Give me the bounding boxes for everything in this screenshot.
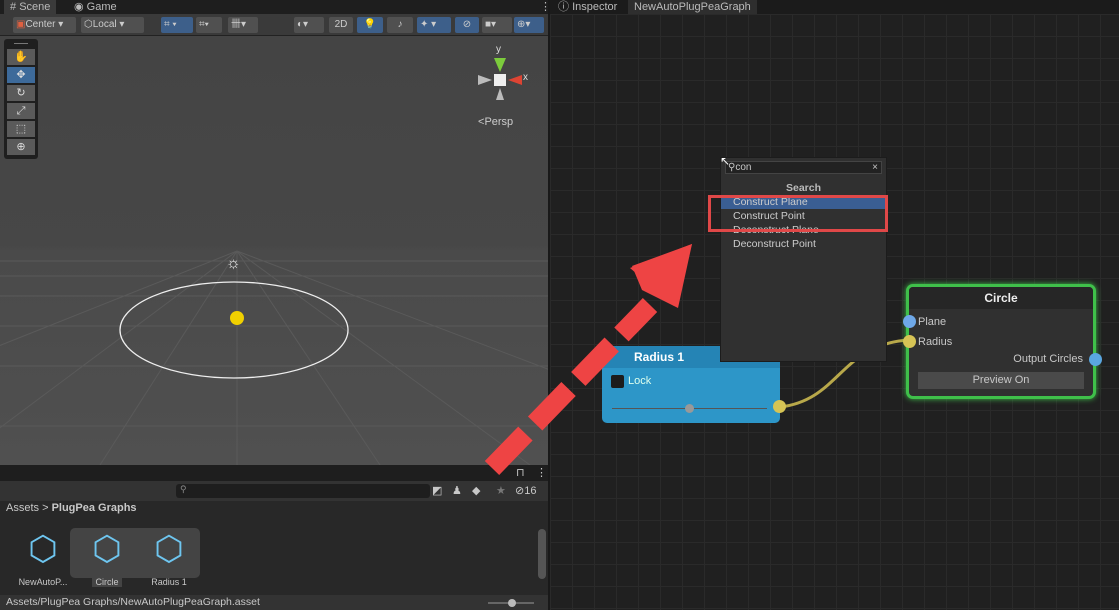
rect-tool-icon[interactable]: ⬚ bbox=[7, 121, 35, 137]
filter-type-icon[interactable]: ♟ bbox=[452, 484, 462, 497]
audio-toggle-icon[interactable]: ♪ bbox=[387, 17, 413, 33]
node-title: Radius 1 bbox=[634, 350, 685, 364]
sun-light-icon: ☼ bbox=[226, 255, 241, 272]
lock-checkbox[interactable] bbox=[611, 375, 624, 388]
clear-icon[interactable]: × bbox=[872, 162, 878, 173]
preview-toggle-button[interactable]: Preview On bbox=[918, 372, 1084, 389]
mouse-cursor-icon: ↖ bbox=[720, 154, 731, 168]
scale-tool-icon[interactable]: ⤢ bbox=[7, 103, 35, 119]
toggle-2d-button[interactable]: 2D bbox=[329, 17, 353, 33]
circle-node[interactable]: Circle Plane Radius Output Circles Previ… bbox=[903, 284, 1102, 399]
move-tool-icon[interactable]: ✥ bbox=[7, 67, 35, 83]
output-circles-port[interactable] bbox=[1089, 353, 1102, 366]
radius-input-port[interactable] bbox=[903, 335, 916, 348]
breadcrumb: Assets > PlugPea Graphs bbox=[6, 502, 137, 514]
grid-snap-button[interactable]: ⌗ ▾ bbox=[161, 17, 193, 33]
asset-item[interactable]: ⬡ NewAutoP... bbox=[14, 529, 72, 587]
effects-dropdown[interactable]: ✦ ▾ bbox=[417, 17, 451, 33]
camera-dropdown[interactable]: ■▾ bbox=[482, 17, 512, 33]
graph-asset-icon: ⬡ bbox=[28, 530, 58, 568]
scene-view[interactable]: ☼ ✋ ✥ ↻ ⤢ ⬚ ⊕ y x <Persp bbox=[0, 36, 548, 465]
search-result-item[interactable]: Construct Plane bbox=[721, 195, 886, 209]
grid-icon: # bbox=[10, 1, 17, 13]
node-search-input[interactable]: ⚲con × bbox=[725, 161, 882, 174]
transform-tool-icon[interactable]: ⊕ bbox=[7, 139, 35, 155]
icon-size-slider[interactable] bbox=[488, 599, 534, 607]
popup-header: Search bbox=[785, 182, 822, 194]
gamepad-icon: ◉ bbox=[74, 1, 84, 13]
plane-input-port[interactable] bbox=[903, 315, 916, 328]
graph-asset-icon: ⬡ bbox=[154, 530, 184, 568]
tab-inspector[interactable]: ⓘ Inspector bbox=[552, 0, 623, 14]
projection-toggle[interactable]: <Persp bbox=[478, 116, 513, 128]
output-port[interactable] bbox=[773, 400, 786, 413]
rotate-tool-icon[interactable]: ↻ bbox=[7, 85, 35, 101]
graph-asset-icon: ⬡ bbox=[92, 530, 122, 568]
pivot-dropdown[interactable]: ▣Center ▾ bbox=[13, 17, 76, 33]
tab-game[interactable]: ◉ Game bbox=[68, 0, 123, 14]
asset-item[interactable]: ⬡ Radius 1 bbox=[140, 529, 198, 587]
label-filter-icon[interactable]: ◆ bbox=[472, 484, 480, 497]
hidden-packages-toggle[interactable]: ⊘16 bbox=[515, 484, 536, 497]
space-dropdown[interactable]: ⬡Local ▾ bbox=[81, 17, 144, 33]
scene-tab-bar: # Scene ◉ Game ⋮ bbox=[0, 0, 551, 14]
tab-scene[interactable]: # Scene bbox=[4, 0, 57, 14]
gizmos-dropdown[interactable]: ⊕▾ bbox=[514, 17, 544, 33]
hidden-objects-icon[interactable]: ⊘ bbox=[455, 17, 479, 33]
object-icon bbox=[230, 311, 244, 325]
asset-item[interactable]: ⬡ Circle bbox=[78, 529, 136, 587]
status-path: Assets/PlugPea Graphs/NewAutoPlugPeaGrap… bbox=[0, 595, 548, 610]
scene-grid: ☼ bbox=[0, 250, 548, 465]
scene-toolbar: ▣Center ▾ ⬡Local ▾ ⌗ ▾ ⌗▾ 卌▾ ◐▾ 2D 💡 ♪ ✦… bbox=[0, 14, 548, 36]
node-title: Circle bbox=[909, 287, 1093, 309]
lighting-toggle-icon[interactable]: 💡 bbox=[357, 17, 383, 33]
favorite-star-icon[interactable]: ★ bbox=[496, 484, 506, 497]
search-result-item[interactable]: Deconstruct Point bbox=[721, 237, 886, 251]
asset-search-input[interactable]: ⚲ bbox=[176, 484, 430, 498]
shading-mode-dropdown[interactable]: ◐▾ bbox=[294, 17, 324, 33]
tool-palette: ✋ ✥ ↻ ⤢ ⬚ ⊕ bbox=[4, 39, 38, 159]
snap-increment-button[interactable]: ⌗▾ bbox=[196, 17, 222, 33]
right-tab-bar: ⓘ Inspector NewAutoPlugPeaGraph bbox=[550, 0, 1119, 14]
search-result-item[interactable]: Deconstruct Plane bbox=[721, 223, 886, 237]
project-panel: ⊓ ⋮ ⚲ ◩ ♟ ◆ ★ ⊘16 Assets > PlugPea Graphs… bbox=[0, 465, 548, 610]
tab-graph[interactable]: NewAutoPlugPeaGraph bbox=[628, 0, 757, 14]
info-icon: ⓘ bbox=[558, 1, 569, 13]
radius-slider[interactable] bbox=[612, 404, 767, 413]
lock-icon[interactable]: ⊓ bbox=[516, 466, 525, 479]
search-result-item[interactable]: Construct Point bbox=[721, 209, 886, 223]
node-search-popup: ⚲con × Search Construct Plane Construct P… bbox=[720, 157, 887, 362]
hand-tool-icon[interactable]: ✋ bbox=[7, 49, 35, 65]
search-by-type-icon[interactable]: ◩ bbox=[432, 484, 442, 497]
eye-slash-icon: ⊘ bbox=[515, 485, 525, 497]
scrollbar[interactable] bbox=[538, 529, 546, 579]
grid-visibility-button[interactable]: 卌▾ bbox=[228, 17, 258, 33]
more-menu-icon[interactable]: ⋮ bbox=[536, 466, 547, 479]
orientation-gizmo[interactable]: y x bbox=[472, 44, 532, 104]
